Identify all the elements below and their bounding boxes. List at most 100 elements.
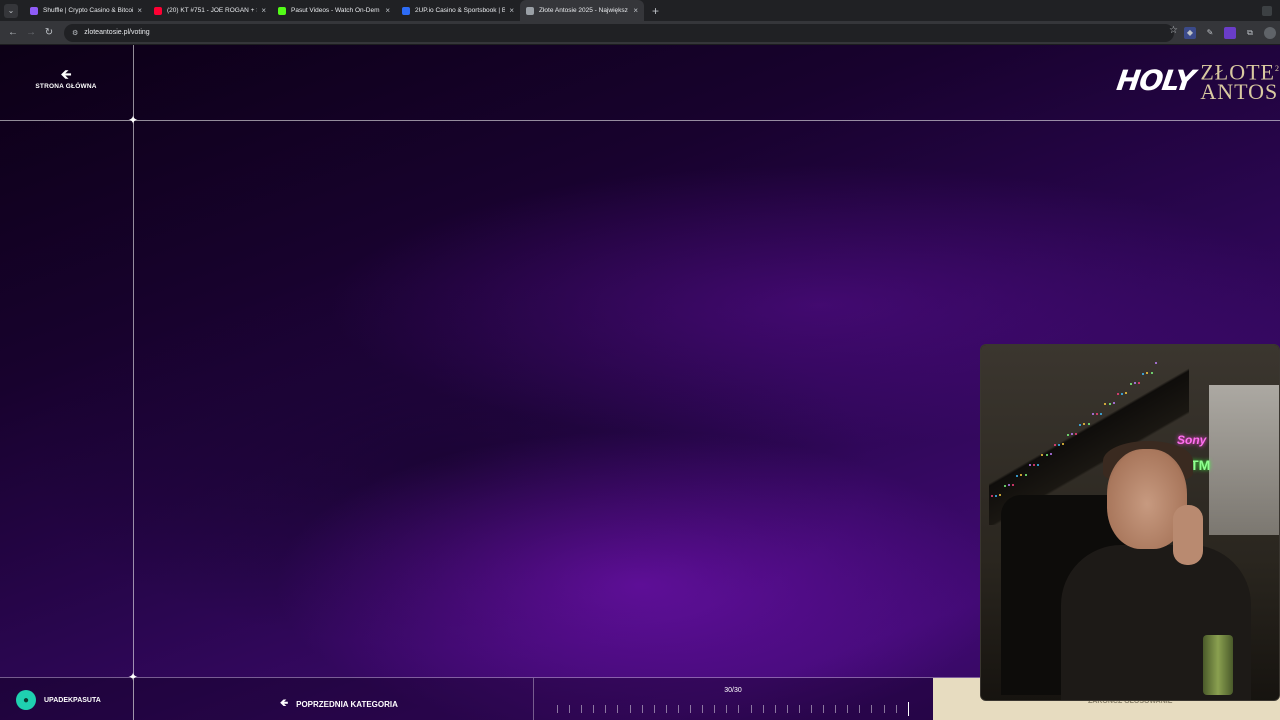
light-bulb xyxy=(1142,372,1145,375)
light-bulb xyxy=(1024,473,1027,476)
light-bulb xyxy=(1150,371,1153,374)
light-bulb xyxy=(991,495,993,497)
light-bulb xyxy=(1028,464,1031,467)
light-bulb xyxy=(1066,433,1069,436)
browser-tab[interactable]: (20) KT #751 - JOE ROGAN + S × xyxy=(148,0,272,21)
light-bulb xyxy=(1129,382,1132,385)
progress-tick xyxy=(641,705,643,713)
user-avatar-icon: ● xyxy=(16,690,36,710)
progress-tick xyxy=(871,705,873,713)
bookmark-star-icon[interactable]: ☆ xyxy=(1169,25,1178,36)
progress-tick xyxy=(786,705,788,713)
extension-pen-icon[interactable]: ✎ xyxy=(1204,27,1216,39)
light-bulb xyxy=(1033,464,1035,466)
profile-avatar-icon[interactable] xyxy=(1264,26,1276,39)
previous-category-button[interactable]: 🡸 POPRZEDNIA KATEGORIA xyxy=(280,696,398,713)
light-bulb xyxy=(1087,422,1090,425)
light-bulb xyxy=(1146,372,1149,375)
light-bulb xyxy=(1054,444,1056,446)
progress-tick xyxy=(835,705,837,713)
light-bulb xyxy=(1016,474,1019,477)
address-bar[interactable]: ⚙ zloteantosie.pl/voting xyxy=(64,23,1174,42)
progress-tick xyxy=(895,705,897,713)
tab-close-icon[interactable]: × xyxy=(137,6,142,15)
tab-favicon-icon xyxy=(526,6,534,15)
light-bulb xyxy=(995,494,998,497)
tab-close-icon[interactable]: × xyxy=(509,6,514,15)
extension-purple-icon[interactable] xyxy=(1224,26,1236,39)
light-bulb xyxy=(1133,382,1136,385)
progress-tick xyxy=(762,705,764,713)
progress-tick xyxy=(581,705,583,713)
tab-close-icon[interactable]: × xyxy=(633,6,638,15)
extension-shield-icon[interactable]: ◆ xyxy=(1184,26,1196,39)
webcam-person-hand xyxy=(1173,505,1203,565)
tab-search-icon[interactable]: ⌄ xyxy=(4,3,18,18)
browser-tab[interactable]: 2UP.io Casino & Sportsbook | B × xyxy=(396,0,520,21)
back-nav-icon[interactable]: ← xyxy=(4,27,22,38)
progress-tick xyxy=(702,705,704,713)
light-bulb xyxy=(1058,443,1061,446)
tab-close-icon[interactable]: × xyxy=(385,6,390,15)
home-back-link[interactable]: 🡸 STRONA GŁÓWNA xyxy=(30,67,102,90)
webcam-window xyxy=(1209,385,1279,535)
browser-tab-strip: ⌄ Shuffle | Crypto Casino & Bitcoin × (20)… xyxy=(0,0,1280,21)
forward-nav-icon[interactable]: → xyxy=(22,27,40,38)
new-tab-button[interactable]: + xyxy=(652,4,659,18)
tab-title: Shuffle | Crypto Casino & Bitcoin xyxy=(43,7,134,14)
webcam-drink-can xyxy=(1203,635,1233,695)
progress-tick xyxy=(883,705,885,713)
progress-tick xyxy=(653,705,655,713)
progress-tick xyxy=(569,705,571,713)
browser-tab[interactable]: Shuffle | Crypto Casino & Bitcoin × xyxy=(24,0,148,21)
light-bulb xyxy=(1121,392,1124,395)
light-bulb xyxy=(1154,362,1157,365)
tab-title: Złote Antosie 2025 - Największ xyxy=(539,7,628,14)
tab-favicon-icon xyxy=(402,6,410,15)
tab-favicon-icon xyxy=(278,6,286,15)
light-bulb xyxy=(1041,454,1044,457)
tab-title: (20) KT #751 - JOE ROGAN + S xyxy=(167,7,258,14)
progress-tick xyxy=(714,705,716,713)
user-profile[interactable]: ● UPADEKPASUTA xyxy=(16,690,101,710)
grid-top-divider xyxy=(0,120,1280,121)
tab-favicon-icon xyxy=(30,6,38,15)
neon-sign-top: Sony xyxy=(1177,433,1207,447)
browser-toolbar: ← → ↻ ⚙ zloteantosie.pl/voting ☆ ◆ ✎ ⧉ xyxy=(0,21,1280,45)
browser-tab[interactable]: Złote Antosie 2025 - Największ × xyxy=(520,0,644,21)
light-bulb xyxy=(1083,423,1086,426)
event-logo[interactable]: HOLY ZŁOTE2 ANTOS xyxy=(1115,59,1280,105)
light-bulb xyxy=(1104,403,1107,406)
light-bulb xyxy=(1062,443,1065,446)
progress-tick xyxy=(617,705,619,713)
light-bulb xyxy=(1100,412,1103,415)
light-bulb xyxy=(1070,433,1073,436)
light-bulb xyxy=(1003,484,1006,487)
light-bulb xyxy=(1138,382,1140,384)
progress-tick xyxy=(593,705,595,713)
browser-tab[interactable]: Pasut Videos - Watch On-Dem × xyxy=(272,0,396,21)
arrow-left-icon: 🡸 xyxy=(60,66,72,82)
progress-tick xyxy=(810,705,812,713)
progress-tick xyxy=(798,705,800,713)
category-progress: 30/30 xyxy=(533,678,933,720)
reload-icon[interactable]: ↻ xyxy=(40,27,58,38)
grid-vertical-divider xyxy=(133,45,134,720)
extensions-puzzle-icon[interactable]: ⧉ xyxy=(1244,27,1256,39)
progress-tick xyxy=(859,705,861,713)
light-bulb xyxy=(1112,402,1115,405)
progress-tick xyxy=(665,705,667,713)
window-controls xyxy=(1262,5,1272,16)
event-title: ZŁOTE2 ANTOS xyxy=(1200,59,1280,105)
light-bulb xyxy=(1075,433,1077,435)
site-info-icon[interactable]: ⚙ xyxy=(72,29,78,37)
tab-close-icon[interactable]: × xyxy=(261,6,266,15)
tab-list: Shuffle | Crypto Casino & Bitcoin × (20) K… xyxy=(24,0,644,21)
tab-title: 2UP.io Casino & Sportsbook | B xyxy=(415,7,506,14)
light-bulb xyxy=(1045,453,1048,456)
light-bulb xyxy=(1049,453,1052,456)
light-bulb xyxy=(1125,392,1128,395)
light-bulb xyxy=(1079,423,1082,426)
progress-ticks xyxy=(557,702,909,716)
event-title-line2: ANTOS xyxy=(1200,79,1279,105)
